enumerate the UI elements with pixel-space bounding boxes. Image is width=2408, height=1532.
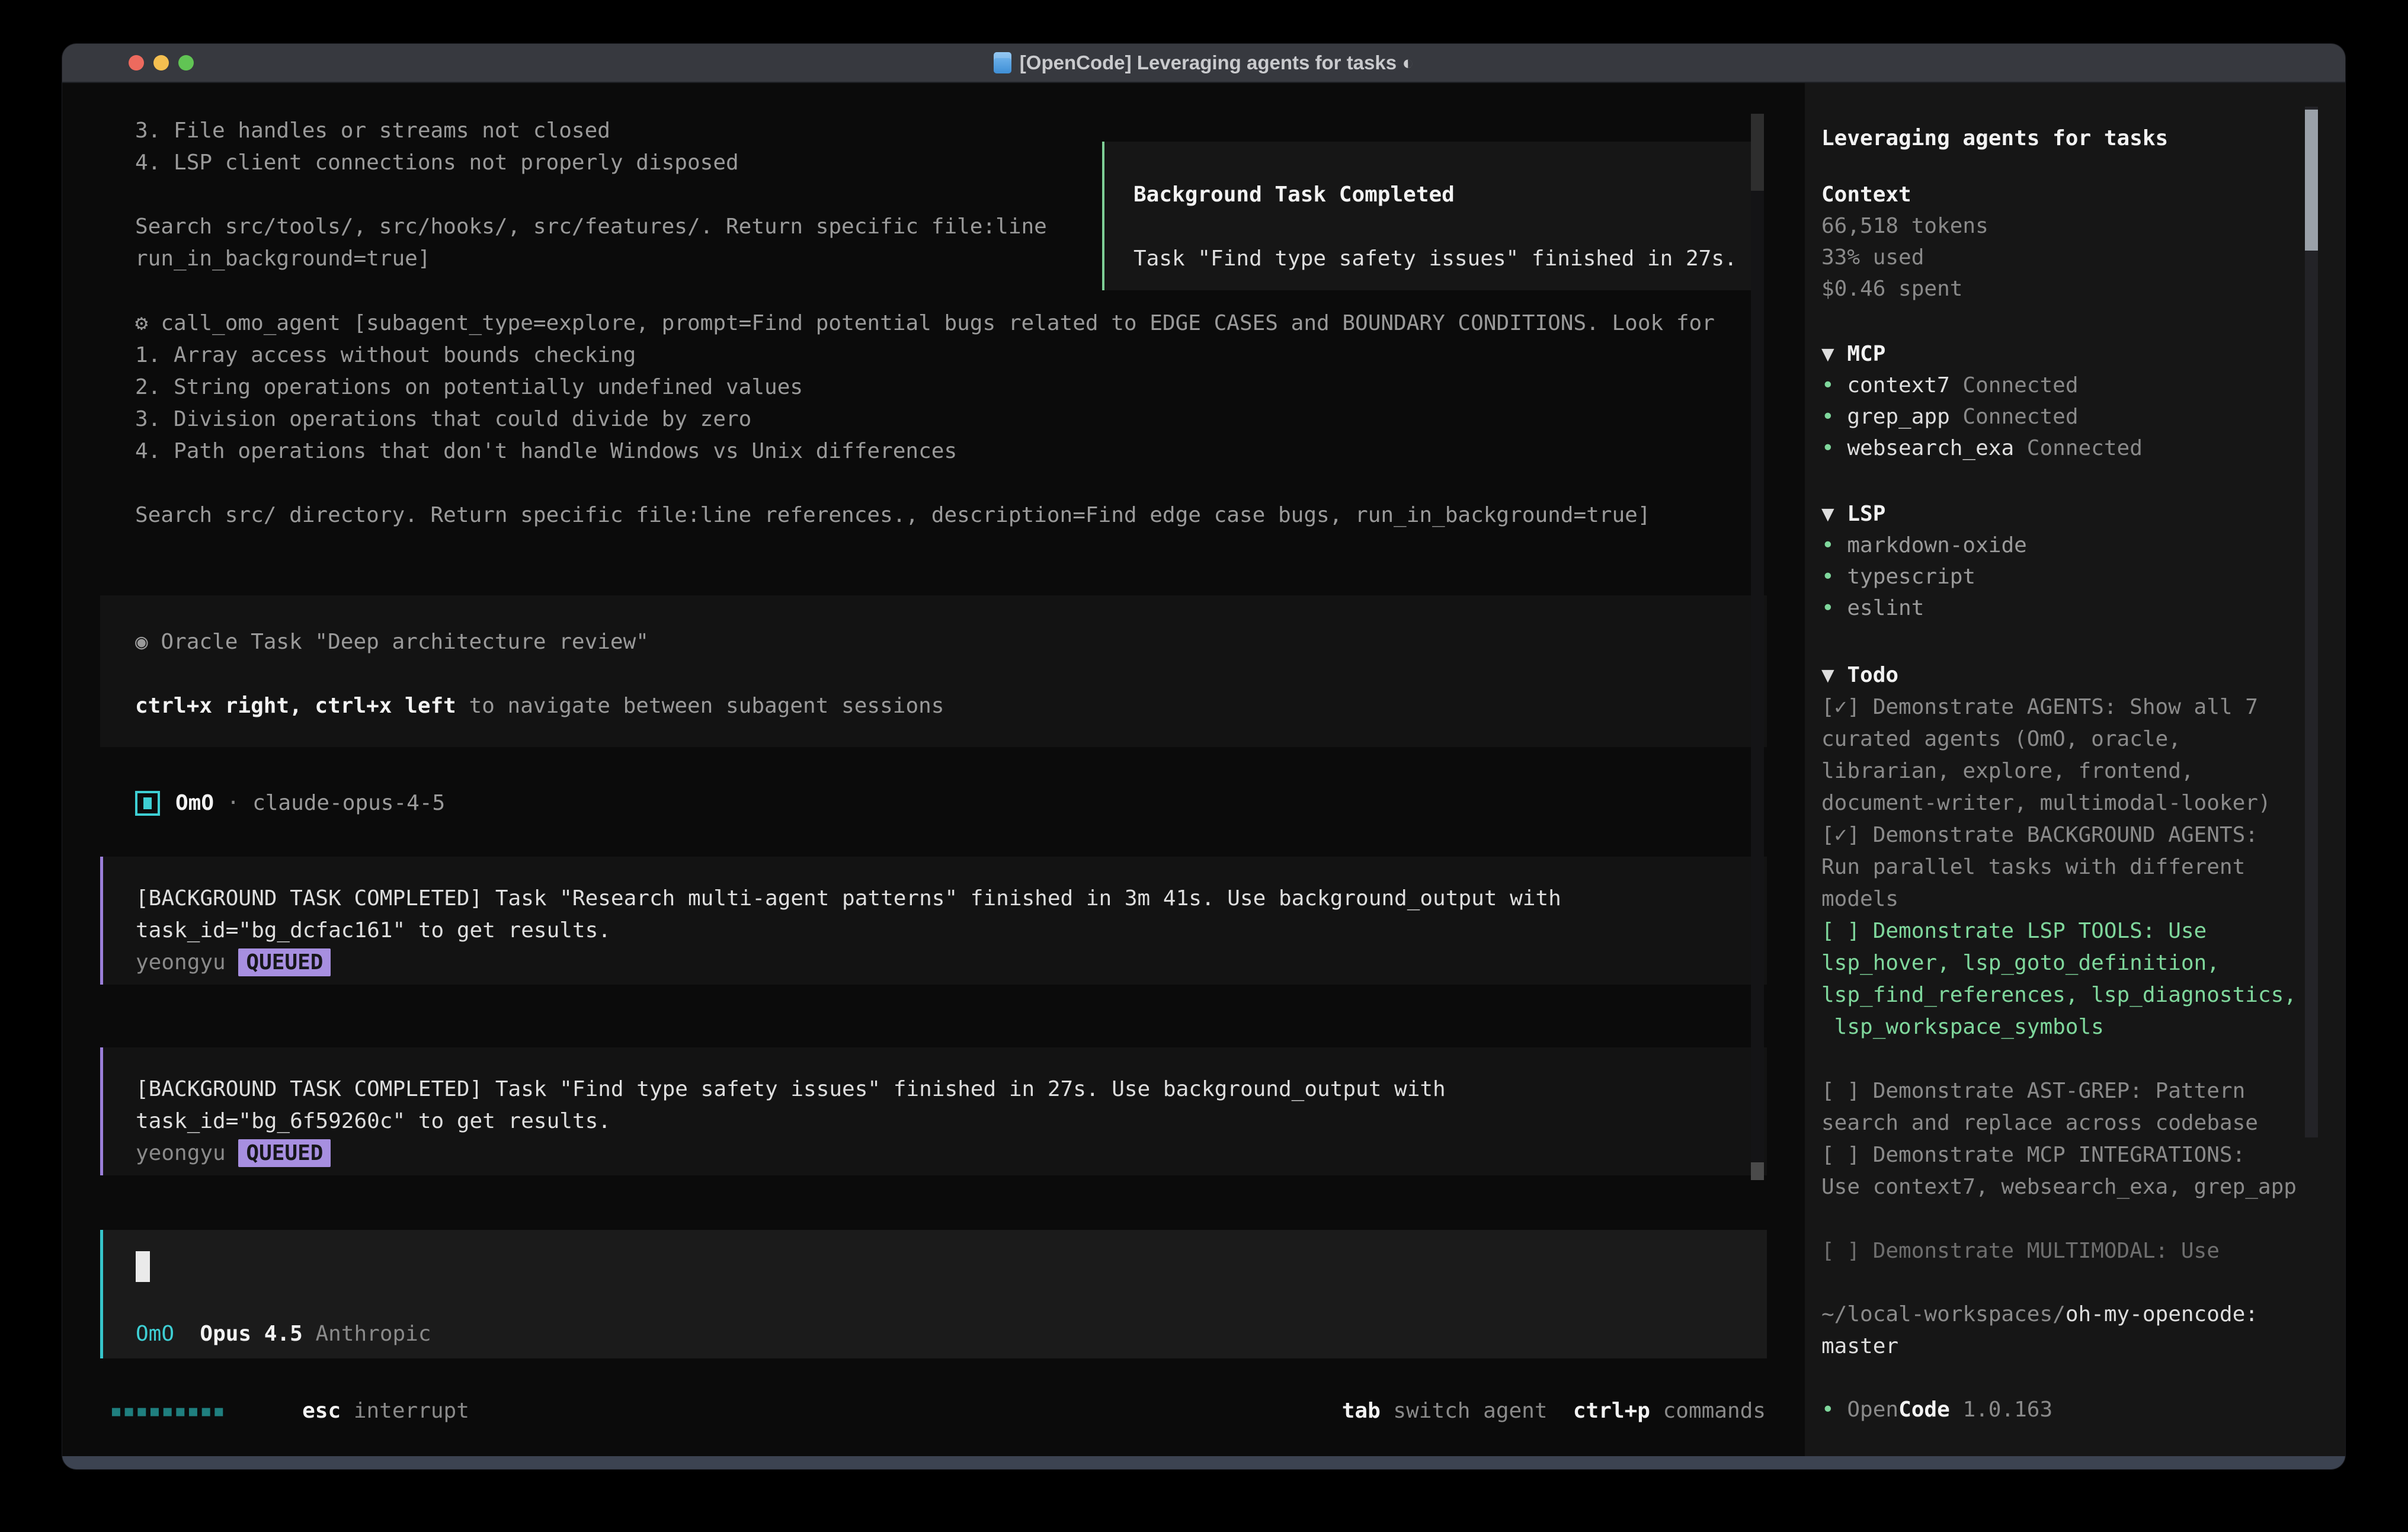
background-task-message-1: [BACKGROUND TASK COMPLETED] Task "Resear… [100,857,1767,985]
main-scrollbar-thumb-top[interactable] [1751,114,1764,191]
scrollback-text: 3. File handles or streams not closed4. … [135,115,1047,275]
text-cursor [136,1251,150,1282]
window-title: [OpenCode] Leveraging agents for tasks ◐ [1020,52,1414,74]
title-bar: [OpenCode] Leveraging agents for tasks ◐ [62,44,2345,83]
maximize-button[interactable] [178,55,194,70]
sidebar-scrollbar-thumb[interactable] [2305,110,2318,251]
close-button[interactable] [129,55,144,70]
opencode-version: • OpenCode 1.0.163 [1821,1394,2052,1426]
sidebar-scrollbar[interactable] [2305,107,2318,1137]
session-title: Leveraging agents for tasks [1821,123,2168,154]
session-sidebar: Leveraging agents for tasks Context66,51… [1805,83,2345,1456]
status-bar-right: tab switch agent ctrl+p commands [1342,1395,1766,1427]
agent-name-and-model: OmO · claude-opus-4-5 [175,787,445,819]
background-task-message-2: [BACKGROUND TASK COMPLETED] Task "Find t… [100,1047,1767,1175]
status-bar-left: ▪▪▪▪▪▪▪▪▪ esc interrupt [110,1395,469,1427]
main-scrollbar[interactable] [1751,114,1764,1180]
background-task-toast: Background Task Completed Task "Find typ… [1102,142,1764,290]
window-bottom-edge [62,1456,2345,1469]
model-indicator: OmO Opus 4.5 Anthropic [136,1318,431,1350]
minimize-button[interactable] [153,55,169,70]
prompt-input[interactable]: OmO Opus 4.5 Anthropic [100,1230,1767,1358]
mcp-section[interactable]: ▼ MCP• context7 Connected• grep_app Conn… [1821,338,2143,464]
context-stats: Context66,518 tokens33% used$0.46 spent [1821,179,1988,305]
lsp-section[interactable]: ▼ LSP• markdown-oxide• typescript• eslin… [1821,498,2027,624]
call-omo-agent-tool-text: ⚙ call_omo_agent [subagent_type=explore,… [135,307,1715,531]
oracle-task-card: ◉ Oracle Task "Deep architecture review"… [100,595,1767,747]
workspace-path: ~/local-workspaces/oh-my-opencode:master [1821,1299,2258,1363]
app-window: [OpenCode] Leveraging agents for tasks ◐… [62,44,2345,1469]
document-icon [994,52,1011,73]
todo-section[interactable]: ▼ Todo[✓] Demonstrate AGENTS: Show all 7… [1821,659,2297,1267]
window-title-group: [OpenCode] Leveraging agents for tasks ◐ [994,52,1414,74]
main-scrollbar-thumb-bottom[interactable] [1751,1162,1764,1180]
omo-agent-icon [135,791,160,816]
window-controls [129,44,194,82]
terminal-main-pane[interactable]: 3. File handles or streams not closed4. … [62,83,1805,1456]
content-row: 3. File handles or streams not closed4. … [62,83,2345,1456]
agent-header-row: OmO · claude-opus-4-5 [135,788,445,819]
